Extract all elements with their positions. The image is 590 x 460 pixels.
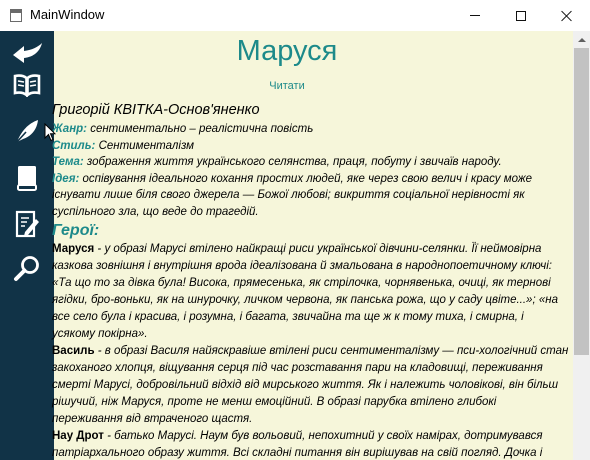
open-book-icon	[13, 74, 41, 97]
theme-value: зображення життя українського селянства,…	[83, 156, 502, 168]
vertical-scrollbar[interactable]	[573, 31, 590, 460]
sidebar-item-notes[interactable]	[0, 201, 54, 247]
maximize-button[interactable]	[498, 0, 544, 31]
sidebar-item-read[interactable]	[0, 62, 54, 108]
closed-book-icon	[17, 166, 37, 191]
feather-quill-icon	[15, 120, 38, 144]
hero-paragraph: Василь - в образі Василя найяскравіше вт…	[52, 343, 569, 428]
page-title: Маруся	[236, 35, 338, 67]
maximize-icon	[516, 10, 526, 21]
hero-name: Маруся	[52, 243, 95, 255]
genre-label: Жанр:	[52, 123, 87, 135]
close-icon	[561, 10, 573, 22]
mouse-cursor-icon	[44, 123, 56, 142]
idea-label: Ідея:	[52, 172, 80, 185]
article-text: Григорій КВІТКА-Основ'яненко Жанр: сенти…	[52, 101, 569, 460]
style-value: Сентименталізм	[95, 139, 195, 152]
minimize-icon	[470, 15, 480, 16]
content-area: Маруся Читати Григорій КВІТКА-Основ'янен…	[52, 31, 573, 460]
minimize-button[interactable]	[452, 0, 498, 31]
scroll-up-button[interactable]	[573, 31, 590, 48]
hero-name: Василь	[52, 345, 95, 357]
close-button[interactable]	[544, 0, 590, 31]
window-title: MainWindow	[30, 7, 105, 22]
author-name: Григорій КВІТКА-Основ'яненко	[52, 102, 260, 118]
client-area: Маруся Читати Григорій КВІТКА-Основ'янен…	[0, 31, 573, 460]
hero-description: - батько Марусі. Наум був вольовий, непо…	[52, 430, 543, 459]
search-icon	[14, 256, 39, 281]
sidebar-item-search[interactable]	[0, 245, 54, 291]
idea-value: оспівування ідеального кохання простих л…	[52, 172, 533, 218]
genre-line: Жанр: сентиментально – реалістична повіс…	[52, 121, 569, 138]
hero-name: Нау Дрот	[52, 430, 104, 442]
app-window-icon	[10, 9, 22, 22]
heroes-heading: Герої:	[52, 222, 100, 239]
theme-line: Тема: зображення життя українського селя…	[52, 154, 569, 171]
read-link[interactable]: Читати	[54, 80, 520, 92]
style-line: Стиль: Сентименталізм	[52, 138, 569, 155]
hero-paragraph: Нау Дрот - батько Марусі. Наум був вольо…	[52, 428, 569, 460]
title-bar: MainWindow	[0, 0, 590, 31]
genre-value: сентиментально – реалістична повість	[87, 123, 314, 135]
sidebar	[0, 31, 54, 460]
sidebar-item-library[interactable]	[0, 155, 54, 201]
idea-line: Ідея: оспівування ідеального кохання про…	[52, 171, 569, 221]
hero-description: - в образі Василя найяскравіше втілені р…	[52, 345, 569, 425]
hero-description: - у образі Марусі втілено найкращі риси …	[52, 243, 558, 340]
theme-label: Тема:	[52, 156, 84, 168]
hero-paragraph: Маруся - у образі Марусі втілено найкращ…	[52, 241, 569, 343]
scroll-thumb[interactable]	[574, 48, 589, 355]
style-label: Стиль:	[52, 139, 96, 152]
notes-pencil-icon	[15, 210, 39, 238]
